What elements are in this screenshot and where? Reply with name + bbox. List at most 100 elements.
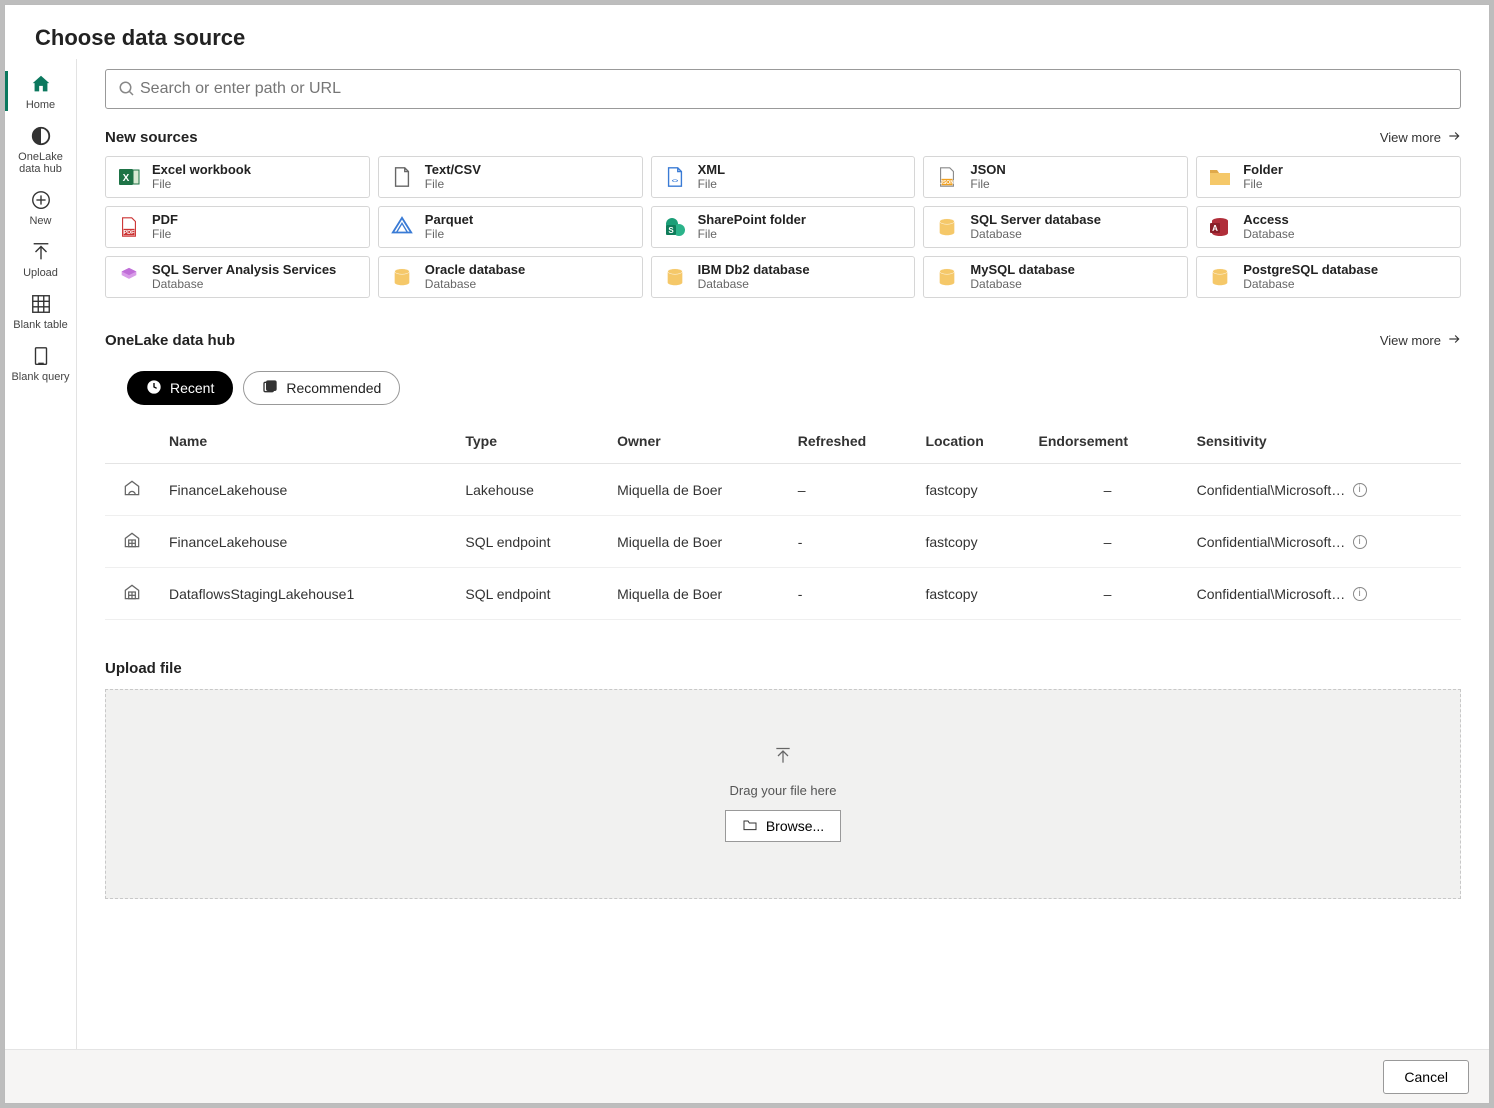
source-name: SQL Server Analysis Services [152,263,336,277]
source-card-ssas[interactable]: SQL Server Analysis ServicesDatabase [105,256,370,298]
source-name: PostgreSQL database [1243,263,1378,277]
pdf-icon: PDF [116,214,142,240]
source-subtitle: File [152,177,251,191]
db2-icon [662,264,688,290]
excel-icon: X [116,164,142,190]
table-row[interactable]: DataflowsStagingLakehouse1SQL endpointMi… [105,568,1461,620]
postgres-icon [1207,264,1233,290]
source-subtitle: Database [698,277,810,291]
cell-location: fastcopy [915,464,1028,516]
cell-sensitivity: Confidential\Microsoft ...i [1187,568,1461,620]
source-card-pdf[interactable]: PDFPDFFile [105,206,370,248]
search-input[interactable] [138,79,1450,99]
hub-title: OneLake data hub [105,332,235,349]
sidebar-item-onelake[interactable]: OneLakedata hub [5,117,77,181]
endpoint-icon [122,589,142,605]
cell-name: FinanceLakehouse [159,516,455,568]
cell-type: SQL endpoint [455,516,607,568]
source-card-json[interactable]: JSONJSONFile [923,156,1188,198]
cell-refreshed: – [788,464,916,516]
sidebar-item-home[interactable]: Home [5,65,77,117]
filter-recommended[interactable]: Recommended [243,371,400,405]
sidebar: HomeOneLakedata hubNewUploadBlank table B… [5,59,77,1049]
upload-hint: Drag your file here [730,783,837,798]
blanktable-icon [30,293,52,315]
cell-owner: Miquella de Boer [607,464,788,516]
source-subtitle: Database [425,277,525,291]
source-subtitle: Database [970,277,1075,291]
column-type: Type [455,419,607,464]
source-card-sqlserver[interactable]: SQL Server databaseDatabase [923,206,1188,248]
cell-refreshed: - [788,516,916,568]
info-icon[interactable]: i [1353,483,1367,497]
source-name: PDF [152,213,178,227]
source-subtitle: Database [970,227,1101,241]
source-card-oracle[interactable]: Oracle databaseDatabase [378,256,643,298]
source-name: SharePoint folder [698,213,806,227]
cell-owner: Miquella de Boer [607,568,788,620]
browse-button[interactable]: Browse... [725,810,841,842]
cell-sensitivity: Confidential\Microsoft ...i [1187,464,1461,516]
info-icon[interactable]: i [1353,587,1367,601]
cell-owner: Miquella de Boer [607,516,788,568]
access-icon: A [1207,214,1233,240]
recommended-icon [262,379,278,398]
sidebar-item-label: Blank query [11,371,69,383]
source-subtitle: File [425,227,473,241]
source-subtitle: File [1243,177,1283,191]
view-more-sources[interactable]: View more [1380,129,1461,146]
source-card-sharepoint[interactable]: SSharePoint folderFile [651,206,916,248]
column-sensitivity: Sensitivity [1187,419,1461,464]
sidebar-item-blanktable[interactable]: Blank table [5,285,77,337]
source-subtitle: File [152,227,178,241]
source-card-xml[interactable]: <>XMLFile [651,156,916,198]
sidebar-item-new[interactable]: New [5,181,77,233]
source-subtitle: Database [152,277,336,291]
source-subtitle: File [425,177,481,191]
column-name: Name [159,419,455,464]
view-more-hub[interactable]: View more [1380,332,1461,349]
sidebar-item-blankquery[interactable]: Blank query [5,337,77,389]
source-card-postgres[interactable]: PostgreSQL databaseDatabase [1196,256,1461,298]
cell-endorsement: – [1029,568,1187,620]
source-card-access[interactable]: AAccessDatabase [1196,206,1461,248]
table-row[interactable]: FinanceLakehouseSQL endpointMiquella de … [105,516,1461,568]
folder-icon [1207,164,1233,190]
parquet-icon [389,214,415,240]
table-row[interactable]: FinanceLakehouseLakehouseMiquella de Boe… [105,464,1461,516]
source-card-text[interactable]: Text/CSVFile [378,156,643,198]
endpoint-icon [122,537,142,553]
source-name: SQL Server database [970,213,1101,227]
upload-dropzone[interactable]: Drag your file here Browse... [105,689,1461,899]
filter-recent[interactable]: Recent [127,371,233,405]
source-card-mysql[interactable]: MySQL databaseDatabase [923,256,1188,298]
sharepoint-icon: S [662,214,688,240]
source-card-excel[interactable]: XExcel workbookFile [105,156,370,198]
data-hub-table: NameTypeOwnerRefreshedLocationEndorsemen… [105,419,1461,620]
arrow-right-icon [1447,332,1461,349]
column-icon [105,419,159,464]
svg-text:PDF: PDF [124,230,136,236]
text-icon [389,164,415,190]
cell-location: fastcopy [915,516,1028,568]
arrow-right-icon [1447,129,1461,146]
search-box[interactable] [105,69,1461,109]
svg-text:<>: <> [671,179,677,185]
source-card-parquet[interactable]: ParquetFile [378,206,643,248]
source-card-db2[interactable]: IBM Db2 databaseDatabase [651,256,916,298]
mysql-icon [934,264,960,290]
cancel-button[interactable]: Cancel [1383,1060,1469,1094]
cell-name: FinanceLakehouse [159,464,455,516]
onelake-icon [30,125,52,147]
cell-location: fastcopy [915,568,1028,620]
source-name: JSON [970,163,1005,177]
sidebar-item-upload[interactable]: Upload [5,233,77,285]
info-icon[interactable]: i [1353,535,1367,549]
source-card-folder[interactable]: FolderFile [1196,156,1461,198]
source-subtitle: File [970,177,1005,191]
column-owner: Owner [607,419,788,464]
source-name: Text/CSV [425,163,481,177]
svg-text:JSON: JSON [941,180,955,186]
source-name: Parquet [425,213,473,227]
svg-text:X: X [123,173,130,184]
